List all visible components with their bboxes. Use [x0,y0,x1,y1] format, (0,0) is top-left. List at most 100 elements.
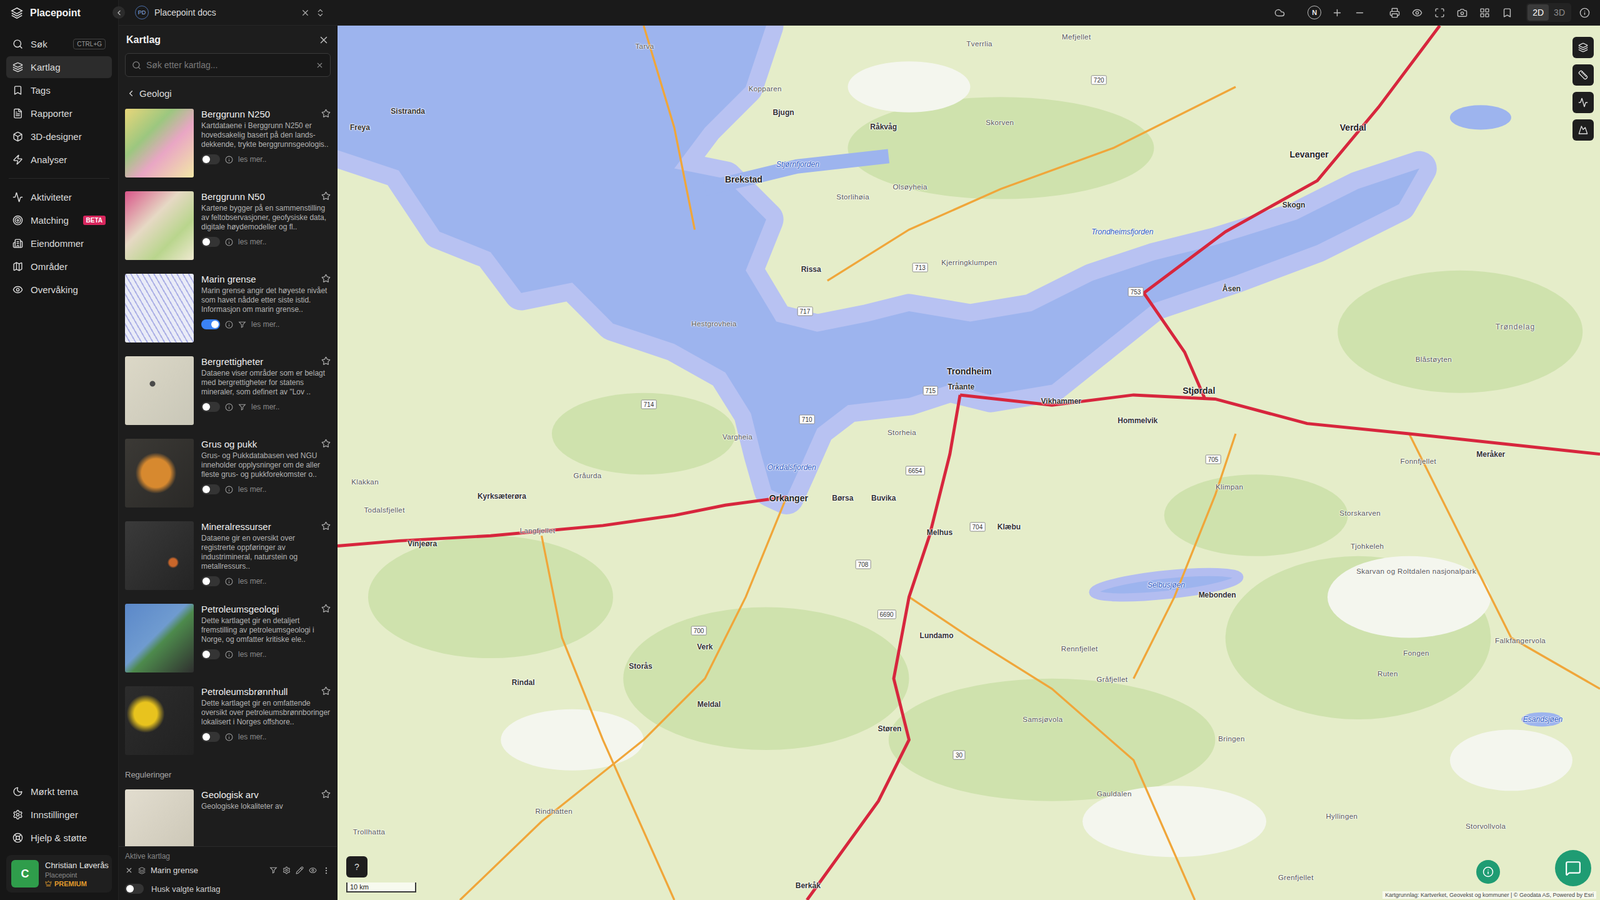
help-button[interactable]: ? [346,856,368,878]
star-icon[interactable] [321,521,331,531]
map[interactable]: TarvaTverrliaMefjelletKopparenBjugnRåkvå… [337,25,1600,900]
star-icon[interactable] [321,108,331,119]
layer-description: Kartene bygger på en sammenstilling av f… [201,203,331,232]
info-icon[interactable] [225,155,234,164]
filter-icon[interactable] [238,403,247,412]
eye-icon[interactable] [308,866,317,875]
layer-card[interactable]: Marin grenseMarin grense angir det høyes… [125,273,331,348]
read-more[interactable]: les mer.. [238,155,267,164]
map-tool-button[interactable] [1572,119,1594,141]
nav-item[interactable]: Analyser [6,148,112,171]
tool-button[interactable] [1430,3,1449,22]
layer-toggle[interactable] [201,154,220,165]
tool-button[interactable] [1385,3,1404,22]
layer-toggle[interactable] [201,236,220,247]
pencil-icon[interactable] [295,866,304,875]
nav-item[interactable]: Områder [6,255,112,278]
info-button[interactable] [1575,3,1594,22]
layer-toggle[interactable] [201,649,220,660]
map-tool-button[interactable] [1572,91,1594,114]
read-more[interactable]: les mer.. [238,732,267,742]
user-card[interactable]: CChristian LøveråsPlacepointPREMIUM [6,855,112,893]
layer-card[interactable]: Geologisk arvGeologiske lokaliteter av [125,789,331,847]
tool-button[interactable] [1452,3,1472,22]
layer-card[interactable]: Grus og pukkGrus- og Pukkdatabasen ved N… [125,438,331,513]
collapse-button[interactable] [112,6,125,19]
filter-icon[interactable] [269,866,278,875]
category-back[interactable]: Geologi [118,79,337,105]
document-tab[interactable]: PDPlacepoint docs [130,5,330,20]
brand[interactable]: Placepoint [6,0,112,26]
read-more[interactable]: les mer.. [251,402,280,412]
tool-button[interactable] [1475,3,1494,22]
nav-item[interactable]: Kartlag [6,56,112,79]
read-more[interactable]: les mer.. [238,485,267,494]
star-icon[interactable] [321,191,331,201]
nav-item[interactable]: 3D-designer [6,125,112,148]
layer-toggle[interactable] [201,484,220,495]
zoom-button[interactable] [1350,3,1369,22]
nav-item[interactable]: Eiendommer [6,232,112,255]
star-icon[interactable] [321,356,331,366]
star-icon[interactable] [321,686,331,696]
map-tool-button[interactable] [1572,64,1594,86]
read-more[interactable]: les mer.. [238,576,267,586]
nav-item[interactable]: Rapporter [6,102,112,125]
tool-button[interactable] [1407,3,1427,22]
read-more[interactable]: les mer.. [238,237,267,247]
info-icon[interactable] [225,238,234,247]
map-info-button[interactable] [1476,860,1500,884]
read-more[interactable]: les mer.. [238,650,267,659]
remember-row[interactable]: Husk valgte kartlag [125,881,331,894]
layer-card[interactable]: Berggrunn N250Kartdataene i Berggrunn N2… [125,108,331,183]
compass-button[interactable]: N [1305,3,1324,22]
settings-icon[interactable] [282,866,291,875]
star-icon[interactable] [321,603,331,614]
nav-item[interactable]: Tags [6,79,112,102]
map-tool-button[interactable] [1572,36,1594,59]
info-icon[interactable] [225,485,234,494]
switch-icon[interactable] [315,8,325,18]
layer-card[interactable]: BergrettigheterDataene viser områder som… [125,356,331,430]
nav-item[interactable]: Hjelp & støtte [6,826,112,849]
layer-toggle[interactable] [201,731,220,742]
close-icon[interactable] [300,8,310,18]
zoom-button[interactable] [1327,3,1347,22]
nav-item[interactable]: Innstillinger [6,803,112,826]
layer-card[interactable]: Berggrunn N50Kartene bygger på en sammen… [125,191,331,265]
nav-item[interactable]: SøkCTRL+G [6,33,112,55]
view-button[interactable]: 2D [1527,4,1549,21]
nav-item[interactable]: Overvåking [6,278,112,301]
info-icon[interactable] [225,320,234,329]
more-icon[interactable] [321,866,331,875]
star-icon[interactable] [321,789,331,799]
filter-icon[interactable] [238,320,247,329]
tool-button[interactable] [1497,3,1517,22]
layer-card[interactable]: MineralressurserDataene gir en oversikt … [125,521,331,595]
clear-icon[interactable] [315,61,324,70]
info-icon[interactable] [225,403,234,412]
active-layer-row[interactable]: Marin grense [125,860,331,882]
info-icon[interactable] [225,733,234,742]
nav-item[interactable]: Mørkt tema [6,780,112,803]
info-icon[interactable] [225,650,234,659]
nav-item[interactable]: Aktiviteter [6,186,112,209]
star-icon[interactable] [321,438,331,449]
info-icon[interactable] [225,577,234,586]
layer-card[interactable]: PetroleumsbrønnhullDette kartlaget gir e… [125,686,331,760]
remove-icon[interactable] [125,866,134,875]
map-label: Melhus [926,528,953,537]
layer-card[interactable]: PetroleumsgeologiDette kartlaget gir en … [125,603,331,678]
close-panel-button[interactable] [318,34,330,46]
star-icon[interactable] [321,273,331,284]
read-more[interactable]: les mer.. [251,320,280,329]
layer-toggle[interactable] [201,319,220,330]
layer-toggle[interactable] [201,401,220,412]
chat-button[interactable] [1555,850,1592,887]
layer-search[interactable]: Søk etter kartlag... [125,53,331,77]
nav-item[interactable]: MatchingBETA [6,209,112,232]
remember-toggle[interactable] [125,883,144,894]
weather-button[interactable] [1270,3,1289,22]
view-button[interactable]: 3D [1548,4,1570,21]
layer-toggle[interactable] [201,576,220,587]
